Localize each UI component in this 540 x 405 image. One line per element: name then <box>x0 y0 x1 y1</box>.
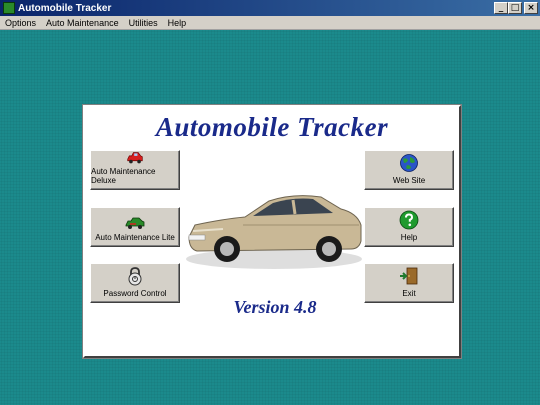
question-icon <box>399 210 419 230</box>
title-bar[interactable]: Automobile Tracker _ □ × <box>0 0 540 16</box>
car-image <box>186 195 362 269</box>
web-site-button[interactable]: Web Site <box>364 150 454 190</box>
version-label: Version 4.8 <box>233 297 317 317</box>
auto-maintenance-deluxe-button[interactable]: Auto Maintenance Deluxe <box>90 150 180 190</box>
launcher-panel: Automobile Tracker Auto Maintenance Delu… <box>82 104 462 359</box>
globe-icon <box>400 154 418 172</box>
maximize-button[interactable]: □ <box>508 2 522 14</box>
exit-label: Exit <box>402 289 416 298</box>
green-car-icon <box>125 217 145 229</box>
auto-maintenance-lite-button[interactable]: Auto Maintenance Lite <box>90 207 180 247</box>
window-controls: _ □ × <box>494 2 538 14</box>
menu-bar: Options Auto Maintenance Utilities Help <box>0 16 540 30</box>
menu-auto-maintenance[interactable]: Auto Maintenance <box>41 18 124 28</box>
lock-icon <box>128 267 142 286</box>
password-control-label: Password Control <box>103 289 167 298</box>
exit-door-icon <box>400 267 418 285</box>
auto-maintenance-deluxe-label: Auto Maintenance Deluxe <box>91 167 156 185</box>
close-button[interactable]: × <box>524 2 538 14</box>
red-car-icon <box>127 152 143 164</box>
app-icon <box>3 2 15 14</box>
panel-title: Automobile Tracker <box>155 112 389 142</box>
exit-button[interactable]: Exit <box>364 263 454 303</box>
minimize-button[interactable]: _ <box>494 2 508 14</box>
menu-utilities[interactable]: Utilities <box>124 18 163 28</box>
help-button[interactable]: Help <box>364 207 454 247</box>
web-site-label: Web Site <box>392 176 426 185</box>
window-title: Automobile Tracker <box>18 2 112 14</box>
auto-maintenance-lite-label: Auto Maintenance Lite <box>95 233 175 242</box>
desktop-area: Automobile Tracker Auto Maintenance Delu… <box>0 30 540 405</box>
help-label: Help <box>400 233 418 242</box>
menu-help[interactable]: Help <box>163 18 192 28</box>
password-control-button[interactable]: Password Control <box>90 263 180 303</box>
menu-options[interactable]: Options <box>0 18 41 28</box>
